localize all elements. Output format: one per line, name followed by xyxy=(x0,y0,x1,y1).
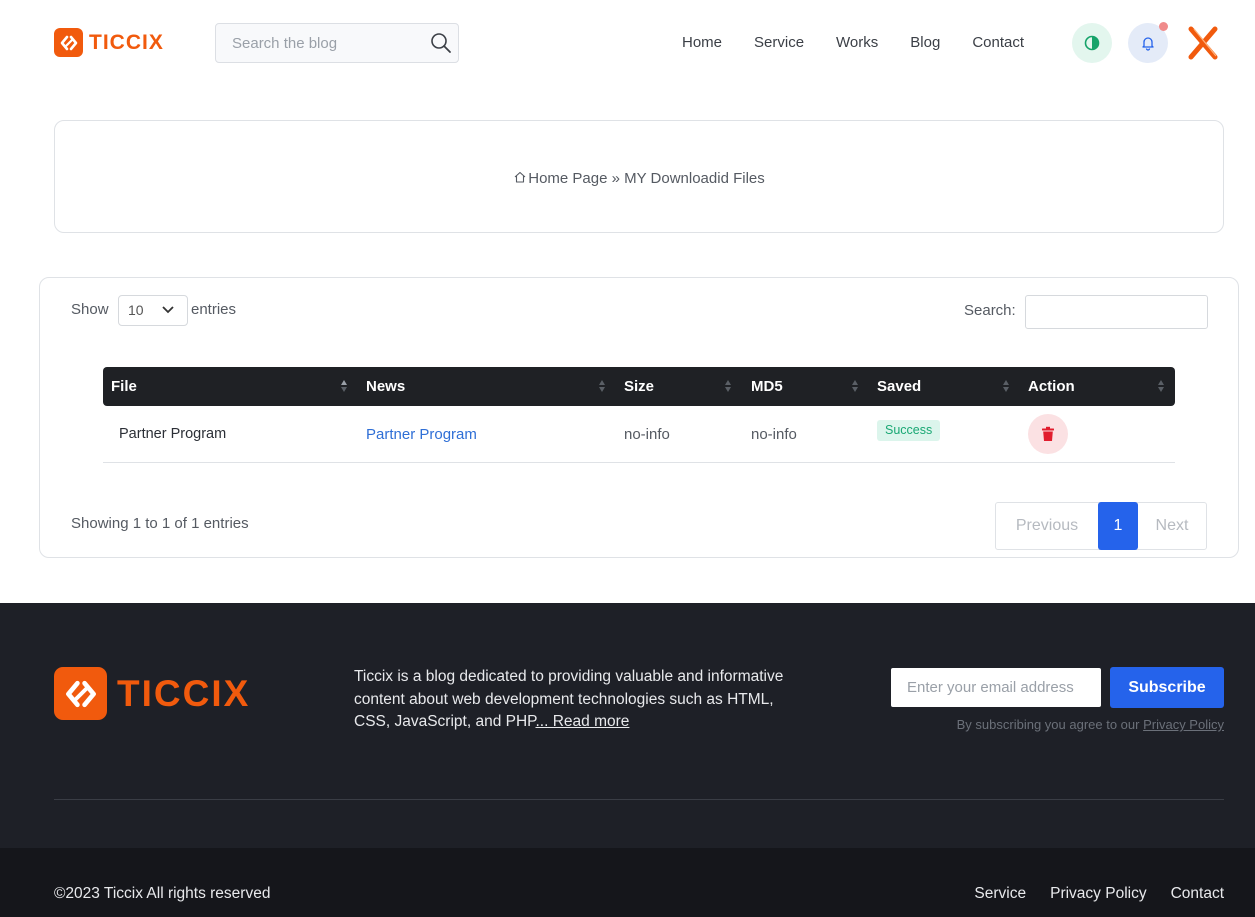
privacy-policy-link[interactable]: Privacy Policy xyxy=(1143,717,1224,732)
column-news[interactable]: News xyxy=(366,377,405,397)
entries-label: entries xyxy=(191,301,237,318)
entries-select-value: 10 xyxy=(128,302,144,318)
agree-text: By subscribing you agree to our xyxy=(956,717,1144,732)
bell-icon xyxy=(1142,37,1154,51)
show-label: Show xyxy=(71,301,109,318)
nav-home[interactable]: Home xyxy=(682,33,722,53)
notification-dot xyxy=(1159,22,1168,31)
theme-toggle-button[interactable] xyxy=(1072,23,1112,63)
cell-file: Partner Program xyxy=(119,426,227,442)
delete-button[interactable] xyxy=(1028,414,1068,454)
breadcrumb: Home Page » MY Downloadid Files xyxy=(55,170,1223,187)
copyright: ©2023 Ticcix All rights reserved xyxy=(54,885,271,902)
main-nav: Home Service Works Blog Contact xyxy=(682,33,1024,53)
nav-contact[interactable]: Contact xyxy=(972,33,1024,53)
sort-icon[interactable] xyxy=(599,379,605,393)
blog-search-input[interactable] xyxy=(216,24,421,62)
sort-icon[interactable] xyxy=(725,379,731,393)
table-header: File News Size MD5 Saved Action xyxy=(103,367,1175,406)
nav-works[interactable]: Works xyxy=(836,33,878,53)
downloads-table-card: Show 10 entries Search: File News Size M… xyxy=(39,277,1239,558)
footer-divider xyxy=(54,799,1224,800)
breadcrumb-home[interactable]: Home Page xyxy=(528,170,607,187)
table-row: Partner Program Partner Program no-info … xyxy=(103,406,1175,463)
site-footer: TICCIX Ticcix is a blog dedicated to pro… xyxy=(0,603,1255,848)
footer-about: Ticcix is a blog dedicated to providing … xyxy=(354,666,814,734)
pagination-previous[interactable]: Previous xyxy=(996,503,1098,549)
column-action[interactable]: Action xyxy=(1028,377,1075,397)
cell-md5: no-info xyxy=(751,426,797,443)
footer-logo-mark-icon xyxy=(54,667,107,720)
column-size[interactable]: Size xyxy=(624,377,654,397)
table-search-input[interactable] xyxy=(1025,295,1208,329)
cell-size: no-info xyxy=(624,426,670,443)
sort-icon[interactable] xyxy=(1003,379,1009,393)
newsletter-email-input[interactable] xyxy=(891,668,1101,707)
search-icon[interactable] xyxy=(430,32,452,54)
column-md5[interactable]: MD5 xyxy=(751,377,783,397)
pagination-next[interactable]: Next xyxy=(1138,503,1206,549)
footer-bottom-bar: ©2023 Ticcix All rights reserved Service… xyxy=(0,848,1255,917)
theme-toggle-icon xyxy=(1084,35,1100,51)
footer-logo-text: TICCIX xyxy=(117,672,251,714)
subscribe-agreement: By subscribing you agree to our Privacy … xyxy=(957,717,1224,732)
site-logo[interactable]: TICCIX xyxy=(54,28,164,57)
footer-link-service[interactable]: Service xyxy=(974,885,1026,903)
footer-link-privacy-policy[interactable]: Privacy Policy xyxy=(1050,885,1146,903)
subscribe-button[interactable]: Subscribe xyxy=(1110,667,1224,708)
nav-service[interactable]: Service xyxy=(754,33,804,53)
breadcrumb-current: MY Downloadid Files xyxy=(624,170,765,187)
sort-icon[interactable] xyxy=(341,379,347,393)
sort-icon[interactable] xyxy=(1158,379,1164,393)
pagination: Previous 1 Next xyxy=(995,502,1207,550)
breadcrumb-card: Home Page » MY Downloadid Files xyxy=(54,120,1224,233)
footer-links: Service Privacy Policy Contact xyxy=(974,885,1224,903)
nav-blog[interactable]: Blog xyxy=(910,33,940,53)
x-logo-icon[interactable] xyxy=(1186,26,1220,60)
breadcrumb-separator: » xyxy=(607,170,625,187)
footer-link-contact[interactable]: Contact xyxy=(1171,885,1224,903)
read-more-link[interactable]: ... Read more xyxy=(536,713,630,730)
table-search-label: Search: xyxy=(964,302,1016,319)
logo-mark-icon xyxy=(54,28,83,57)
table-info: Showing 1 to 1 of 1 entries xyxy=(71,515,249,532)
column-saved[interactable]: Saved xyxy=(877,377,921,397)
logo-text: TICCIX xyxy=(89,30,164,54)
status-badge: Success xyxy=(877,420,941,441)
home-icon xyxy=(514,171,526,183)
pagination-page-1[interactable]: 1 xyxy=(1098,502,1138,550)
entries-per-page-select[interactable]: 10 xyxy=(118,295,188,326)
trash-icon xyxy=(1042,426,1054,441)
column-file[interactable]: File xyxy=(111,377,137,397)
sort-icon[interactable] xyxy=(852,379,858,393)
chevron-down-icon xyxy=(162,306,174,314)
blog-search xyxy=(215,23,459,63)
footer-logo[interactable]: TICCIX xyxy=(54,667,250,720)
cell-news-link[interactable]: Partner Program xyxy=(366,425,477,445)
site-header: TICCIX Home Service Works Blog Contact xyxy=(0,0,1255,86)
